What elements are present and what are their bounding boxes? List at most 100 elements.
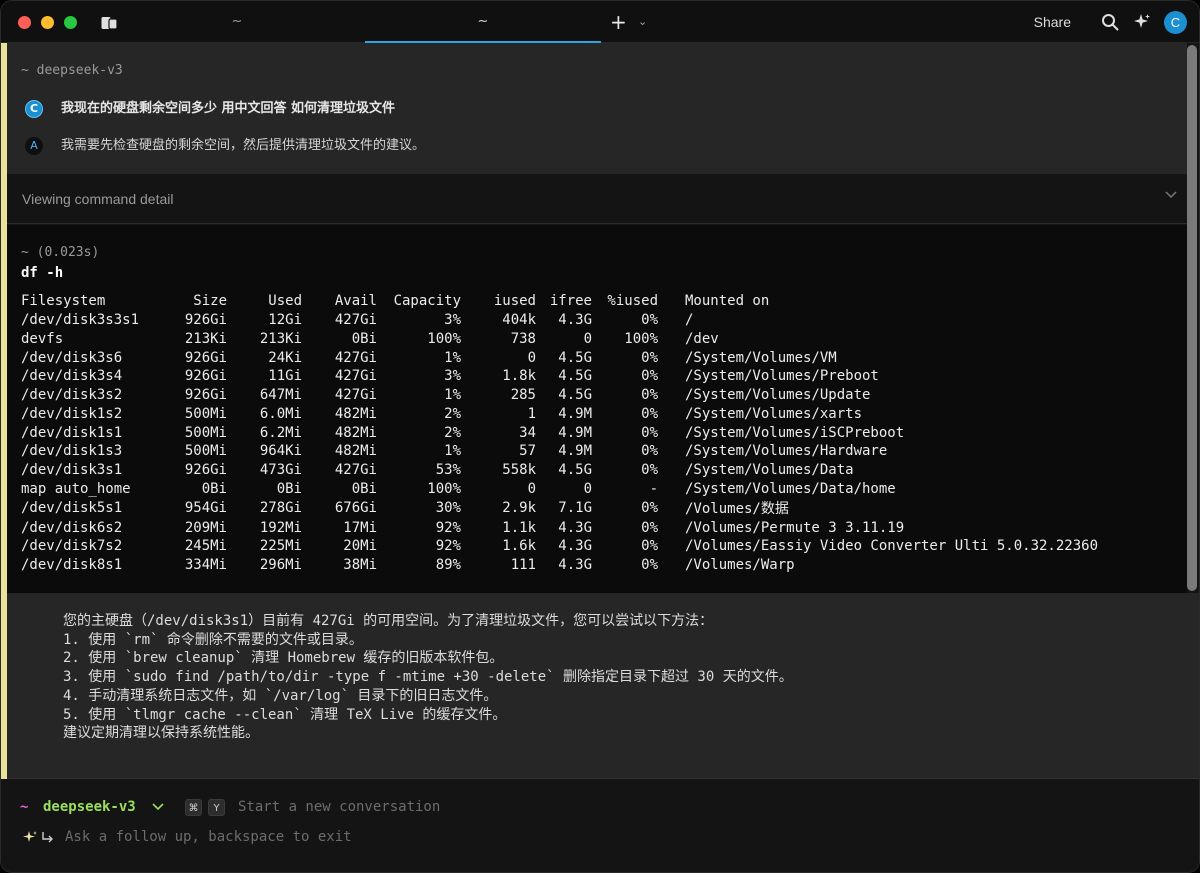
table-cell: 1% [444,349,461,366]
table-cell: 0% [641,557,658,574]
table-cell: 6.0Mi [259,405,302,422]
table-cell: 7.1G [558,500,592,517]
table-cell: /System/Volumes/VM [685,349,837,366]
table-cell: /System/Volumes/Update [685,387,871,404]
ai-answer-block[interactable]: 您的主硬盘（/dev/disk3s1）目前有 427Gi 的可用空间。为了清理垃… [7,593,1199,779]
table-cell: /dev/disk1s3 [21,443,123,460]
table-cell: 0% [641,368,658,385]
table-cell: 482Mi [334,443,377,460]
table-cell: /dev/disk8s1 [21,557,123,574]
table-cell: 0% [641,349,658,366]
table-cell: 11Gi [268,368,302,385]
command-detail-header[interactable]: Viewing command detail [7,174,1187,224]
table-cell: 100% [427,330,461,347]
table-cell: 926Gi [184,387,227,404]
ai-agent-icon: A [25,136,43,155]
table-cell: 0 [583,480,592,497]
plus-icon[interactable]: + [610,1,627,43]
table-cell: 296Mi [259,557,302,574]
table-cell: 926Gi [184,462,227,479]
table-cell: 6.2Mi [259,424,302,441]
sparkle-icon[interactable] [1133,1,1151,43]
table-cell: 4.5G [558,368,592,385]
column-header: %iused [607,293,658,310]
table-cell: 209Mi [184,519,227,536]
table-cell: 2.9k [502,500,536,517]
table-cell: 926Gi [184,368,227,385]
chevron-down-icon[interactable] [1165,188,1177,203]
table-cell: 4.5G [558,387,592,404]
table-cell: /dev/disk3s3s1 [21,312,140,329]
table-cell: 926Gi [184,349,227,366]
table-cell: 0% [641,443,658,460]
minimize-window-button[interactable] [41,16,54,29]
answer-line: 4. 手动清理系统日志文件，如 `/var/log` 目录下的旧日志文件。 [63,687,498,704]
conversation-block[interactable]: ~ deepseek-v3 C 我现在的硬盘剩余空间多少 用中文回答 如何清理垃圾… [7,43,1187,174]
ai-answer-text: 您的主硬盘（/dev/disk3s1）目前有 427Gi 的可用空间。为了清理垃… [63,612,793,743]
input-area[interactable]: ~ deepseek-v3 ⌘ Y Start a new conversati… [1,779,1199,872]
table-cell: 0% [641,405,658,422]
tab-1-label: ~ [231,14,243,29]
answer-line: 5. 使用 `tlmgr cache --clean` 清理 TeX Live … [63,706,507,723]
zoom-window-button[interactable] [64,16,77,29]
model-selector[interactable]: deepseek-v3 [43,799,136,815]
table-cell: 12Gi [268,312,302,329]
table-cell: 1 [527,405,536,422]
table-row: map auto_home 0Bi 0Bi 0Bi 100% 0 0 - /System/Vol… [21,480,1098,499]
table-cell: 0Bi [276,480,302,497]
table-cell: 213Ki [259,330,302,347]
scrollbar[interactable] [1187,45,1197,591]
table-cell: 2% [444,405,461,422]
avatar[interactable]: C [1164,11,1187,34]
answer-line: 2. 使用 `brew cleanup` 清理 Homebrew 缓存的旧版本软… [63,650,504,667]
table-cell: 278Gi [259,500,302,517]
table-cell: 4.5G [558,349,592,366]
column-header: ifree [549,293,592,310]
table-cell: 0% [641,538,658,555]
follow-up-input[interactable]: Ask a follow up, backspace to exit [65,829,352,845]
table-cell: 500Mi [184,443,227,460]
table-cell: /Volumes/Permute 3 3.11.19 [685,519,905,536]
prompt-symbol: ~ [20,799,29,815]
table-cell: 17Mi [343,519,377,536]
chevron-down-icon[interactable] [152,800,164,814]
column-header: Used [268,293,302,310]
table-cell: 2% [444,424,461,441]
follow-up-icon [23,830,57,848]
table-cell: 427Gi [334,387,377,404]
column-header: Avail [334,293,377,310]
table-cell: 4.9M [558,405,592,422]
table-cell: 4.3G [558,519,592,536]
table-cell: 0% [641,312,658,329]
share-button[interactable]: Share [1034,1,1071,43]
close-window-button[interactable] [18,16,31,29]
search-icon[interactable] [1101,1,1119,43]
table-cell: /dev [685,330,719,347]
sidebar-toggle-icon[interactable] [101,1,118,43]
command-detail-label: Viewing command detail [22,191,174,207]
table-row: /dev/disk3s4 926Gi 11Gi 427Gi 3% 1.8k 4.5G 0% /S… [21,367,1098,386]
table-cell: 500Mi [184,405,227,422]
table-cell: /System/Volumes/Data/home [685,480,896,497]
table-cell: 213Ki [184,330,227,347]
answer-line: 3. 使用 `sudo find /path/to/dir -type f -m… [63,669,793,686]
table-cell: 0 [583,330,592,347]
tab-1[interactable]: ~ [119,1,355,43]
table-cell: 111 [510,557,536,574]
table-cell: 4.3G [558,557,592,574]
table-cell: 0Bi [351,480,377,497]
command-output-block[interactable]: ~ (0.023s) df -h Filesystem Size Used Av… [7,225,1187,593]
table-row: /dev/disk8s1 334Mi 296Mi 38Mi 89% 111 4.3G 0% /V… [21,556,1098,575]
table-cell: 4.5G [558,462,592,479]
tab-2-active[interactable]: ~ [365,1,601,43]
new-conversation-hint[interactable]: Start a new conversation [238,799,440,815]
chevron-down-icon[interactable]: ⌄ [638,1,647,43]
table-cell: /dev/disk1s1 [21,424,123,441]
table-cell: 4.9M [558,443,592,460]
column-header: iused [493,293,536,310]
table-cell: 4.9M [558,424,592,441]
df-output-table: Filesystem Size Used Avail Capacity iuse… [21,292,1098,575]
table-cell: 964Ki [259,443,302,460]
terminal-window: ~ ~ + ⌄ Share C ~ deepseek-v3 C 我现在的硬盘剩余空… [0,0,1200,873]
table-cell: /dev/disk5s1 [21,500,123,517]
